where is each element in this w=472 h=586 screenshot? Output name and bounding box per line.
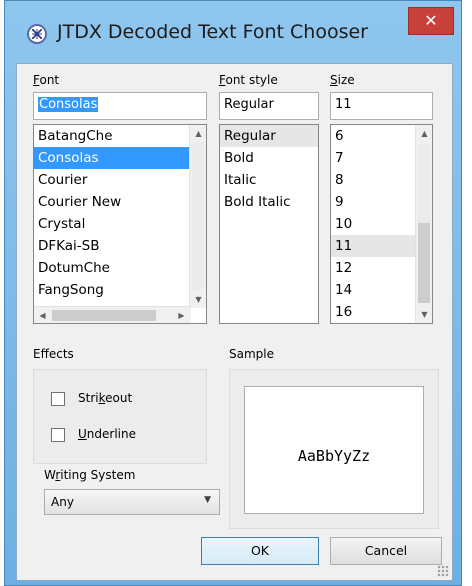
list-item[interactable]: DotumChe xyxy=(34,257,189,279)
resize-grip-icon[interactable] xyxy=(437,565,449,577)
font-style-label: Font style xyxy=(219,73,278,87)
font-list-items: BatangChe Consolas Courier Courier New Cryst… xyxy=(34,125,206,301)
list-item[interactable]: 6 xyxy=(331,125,415,147)
list-item[interactable]: 8 xyxy=(331,169,415,191)
window-title: JTDX Decoded Text Font Chooser xyxy=(57,21,368,43)
list-item[interactable]: Consolas xyxy=(34,147,189,169)
font-style-input[interactable]: Regular xyxy=(219,92,319,120)
font-chooser-window: JTDX Decoded Text Font Chooser ✕ Font Co… xyxy=(4,0,462,586)
dialog-body: Font Consolas BatangChe Consolas Courier Co… xyxy=(16,63,453,581)
list-item[interactable]: 11 xyxy=(331,235,415,257)
strikeout-label[interactable]: Strikeout xyxy=(78,391,132,405)
size-value: 11 xyxy=(335,97,352,112)
font-style-list-items: Regular Bold Italic Bold Italic xyxy=(220,125,318,213)
size-input[interactable]: 11 xyxy=(330,92,433,120)
effects-label: Effects xyxy=(33,347,74,361)
font-style-value: Regular xyxy=(224,97,274,112)
scroll-up-arrow-icon[interactable]: ▲ xyxy=(416,125,432,142)
size-list[interactable]: 6 7 8 9 10 11 12 14 16 ▲ ▼ xyxy=(330,124,433,324)
scroll-track[interactable] xyxy=(192,143,204,289)
writing-system-label: Writing System xyxy=(44,468,136,482)
underline-label[interactable]: Underline xyxy=(78,427,136,441)
size-list-vscrollbar[interactable]: ▲ ▼ xyxy=(415,125,432,323)
list-item[interactable]: 10 xyxy=(331,213,415,235)
compass-icon xyxy=(27,24,47,44)
ok-button[interactable]: OK xyxy=(201,537,319,565)
list-item[interactable]: 7 xyxy=(331,147,415,169)
writing-system-dropdown[interactable]: Any ▼ xyxy=(44,489,220,515)
font-list-vscrollbar[interactable]: ▲ ▼ xyxy=(189,125,206,308)
close-icon: ✕ xyxy=(424,11,438,30)
sample-label: Sample xyxy=(229,347,274,361)
cancel-button[interactable]: Cancel xyxy=(330,537,442,565)
strikeout-checkbox[interactable] xyxy=(51,392,65,406)
scroll-right-arrow-icon[interactable]: ▶ xyxy=(173,307,190,323)
hscroll-thumb[interactable] xyxy=(52,310,156,321)
list-item[interactable]: Courier xyxy=(34,169,189,191)
list-item[interactable]: FangSong xyxy=(34,279,189,301)
effects-group: Strikeout Underline xyxy=(33,369,207,464)
sample-text: AaBbYyZz xyxy=(297,447,371,465)
scroll-down-arrow-icon[interactable]: ▼ xyxy=(416,306,432,323)
list-item[interactable]: 16 xyxy=(331,301,415,323)
underline-checkbox[interactable] xyxy=(51,428,65,442)
font-style-list[interactable]: Regular Bold Italic Bold Italic xyxy=(219,124,319,324)
vscroll-thumb[interactable] xyxy=(418,223,430,303)
sample-group: AaBbYyZz xyxy=(229,369,439,529)
list-item[interactable]: BatangChe xyxy=(34,125,189,147)
list-item[interactable]: Bold xyxy=(220,147,318,169)
list-item[interactable]: Bold Italic xyxy=(220,191,318,213)
list-item[interactable]: Crystal xyxy=(34,213,189,235)
font-list-hscrollbar[interactable]: ◀ ▶ xyxy=(34,306,191,323)
writing-system-value: Any xyxy=(51,495,74,509)
list-item[interactable]: 14 xyxy=(331,279,415,301)
close-button[interactable]: ✕ xyxy=(408,7,454,35)
list-item[interactable]: 9 xyxy=(331,191,415,213)
font-label: Font xyxy=(33,73,60,87)
scroll-left-arrow-icon[interactable]: ◀ xyxy=(34,307,51,323)
list-item[interactable]: Courier New xyxy=(34,191,189,213)
scroll-up-arrow-icon[interactable]: ▲ xyxy=(190,125,206,142)
list-item[interactable]: 12 xyxy=(331,257,415,279)
title-bar[interactable]: JTDX Decoded Text Font Chooser ✕ xyxy=(5,1,461,65)
scroll-down-arrow-icon[interactable]: ▼ xyxy=(190,291,206,308)
chevron-down-icon: ▼ xyxy=(204,495,211,505)
font-name-value: Consolas xyxy=(38,97,99,112)
size-label: Size xyxy=(330,73,355,87)
font-name-input[interactable]: Consolas xyxy=(33,92,207,120)
list-item[interactable]: Regular xyxy=(220,125,318,147)
font-list[interactable]: BatangChe Consolas Courier Courier New Cryst… xyxy=(33,124,207,324)
list-item[interactable]: DFKai-SB xyxy=(34,235,189,257)
scroll-track-upper[interactable] xyxy=(418,145,430,223)
sample-preview: AaBbYyZz xyxy=(244,386,424,514)
list-item[interactable]: Italic xyxy=(220,169,318,191)
